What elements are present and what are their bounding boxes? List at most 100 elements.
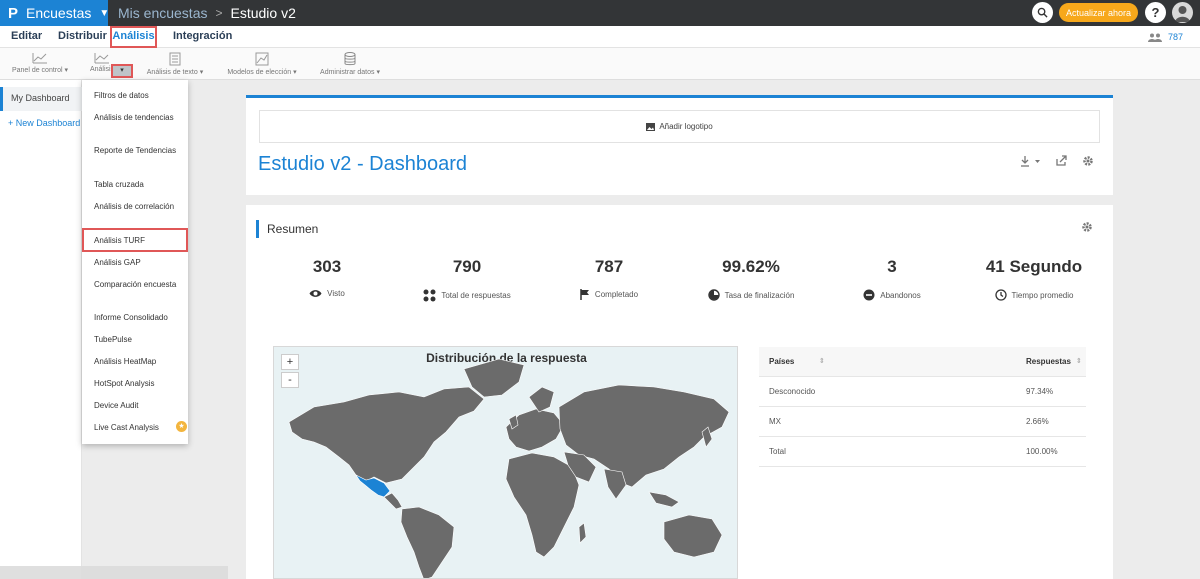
toolbar-analisis-de-texto[interactable]: Análisis de texto ▾ xyxy=(143,48,207,80)
count-value: 787 xyxy=(1168,32,1184,42)
sort-icon[interactable]: ⇕ xyxy=(819,357,825,365)
toolbar-administrar-datos[interactable]: Administrar datos ▾ xyxy=(316,48,384,80)
tab-distribuir[interactable]: Distribuir xyxy=(58,26,107,48)
region-europe xyxy=(505,408,565,452)
minus-circle-icon xyxy=(863,289,875,301)
chevron-down-icon: ▾ xyxy=(64,67,69,74)
summary-title: Resumen xyxy=(256,220,318,238)
tab-integracion[interactable]: Integración xyxy=(173,26,232,48)
column-header-paises[interactable]: Países xyxy=(769,347,794,377)
menu-item-live-cast-analysis[interactable]: Live Cast Analysis xyxy=(94,422,184,433)
response-map[interactable]: Distribución de la respuesta + - xyxy=(273,346,738,579)
stat-tiempo-promedio: 41 Segundo Tiempo promedio xyxy=(964,257,1104,301)
tab-editar[interactable]: Editar xyxy=(11,26,42,48)
upgrade-button[interactable]: Actualizar ahora xyxy=(1059,3,1138,22)
add-logo-button[interactable]: Añadir logotipo xyxy=(259,110,1100,143)
tab-analisis[interactable]: Análisis xyxy=(110,26,157,48)
stat-label: Completado xyxy=(594,290,639,299)
region-southeast-asia xyxy=(648,491,680,508)
add-logo-label: Añadir logotipo xyxy=(659,122,713,131)
database-icon xyxy=(344,52,356,66)
chevron-down-icon: ▾ xyxy=(376,69,380,76)
image-icon xyxy=(646,122,656,131)
menu-item-tabla-cruzada[interactable]: Tabla cruzada xyxy=(94,179,184,190)
table-row: Total 100.00% xyxy=(759,437,1086,467)
stat-value: 3 xyxy=(887,257,897,276)
download-icon[interactable] xyxy=(1020,155,1042,167)
stat-label-row: Visto xyxy=(257,289,397,298)
brand-menu[interactable]: P Encuestas ▼ xyxy=(0,0,110,26)
stat-label: Tasa de finalización xyxy=(724,290,795,300)
analisis-dropdown-toggle[interactable]: ▾ xyxy=(111,64,133,78)
summary-card: Resumen 303 Visto 790 Total de respuesta… xyxy=(246,205,1113,579)
menu-item-analisis-gap[interactable]: Análisis GAP xyxy=(94,257,184,268)
menu-item-filtros-de-datos[interactable]: Filtros de datos xyxy=(94,90,184,101)
chevron-down-icon: ▼ xyxy=(99,7,110,19)
new-dashboard-link[interactable]: + New Dashboard xyxy=(8,118,80,128)
menu-item-device-audit[interactable]: Device Audit xyxy=(94,400,184,411)
analysis-toolbar: Panel de control ▾ Análisis Análisis de … xyxy=(0,48,1200,80)
world-map xyxy=(288,358,730,578)
stat-label: Visto xyxy=(327,289,345,298)
stat-visto: 303 Visto xyxy=(257,257,397,298)
toolbar-modelos-de-eleccion[interactable]: Modelos de elección ▾ xyxy=(224,48,300,80)
dots-icon xyxy=(423,289,436,302)
premium-badge-icon: ★ xyxy=(176,421,187,432)
toolbar-panel-de-control[interactable]: Panel de control ▾ xyxy=(8,48,72,80)
brand-label: Encuestas xyxy=(26,5,92,21)
menu-item-comparacion-encuesta[interactable]: Comparación encuesta xyxy=(94,279,184,290)
table-header-row: Países ⇕ Respuestas ⇕ xyxy=(759,347,1086,377)
menu-item-tubepulse[interactable]: TubePulse xyxy=(94,334,184,345)
users-icon xyxy=(1148,33,1162,42)
stat-label: Total de respuestas xyxy=(441,291,511,300)
menu-item-analisis-de-tendencias[interactable]: Análisis de tendencias xyxy=(94,112,184,123)
region-central-america xyxy=(383,492,403,510)
stat-value: 790 xyxy=(452,257,482,276)
stat-tasa-finalizacion: 99.62% Tasa de finalización xyxy=(681,257,821,301)
breadcrumb-parent[interactable]: Mis encuestas xyxy=(118,5,207,21)
cell-value: 100.00% xyxy=(1026,447,1058,456)
toolbar-panel-label: Panel de control xyxy=(11,67,63,74)
toolbar-texto-label: Análisis de texto xyxy=(146,69,198,76)
menu-item-informe-consolidado[interactable]: Informe Consolidado xyxy=(94,312,184,323)
table-row: MX 2.66% xyxy=(759,407,1086,437)
stat-label-row: Abandonos xyxy=(822,289,962,301)
user-icon xyxy=(1175,6,1190,22)
region-africa xyxy=(505,452,580,558)
avatar[interactable] xyxy=(1172,2,1193,23)
cell-country: Desconocido xyxy=(769,387,816,396)
cell-country: Total xyxy=(769,447,786,456)
sidebar-item-my-dashboard[interactable]: My Dashboard xyxy=(0,87,82,111)
region-australia xyxy=(663,514,723,558)
page-title: Estudio v2 - Dashboard xyxy=(258,153,468,175)
column-header-respuestas[interactable]: Respuestas xyxy=(1026,347,1071,377)
region-north-america xyxy=(288,386,485,484)
menu-item-analisis-heatmap[interactable]: Análisis HeatMap xyxy=(94,356,184,367)
line-chart-icon xyxy=(32,53,47,64)
sort-icon[interactable]: ⇕ xyxy=(1076,357,1082,365)
table-row: Desconocido 97.34% xyxy=(759,377,1086,407)
breadcrumb-current: Estudio v2 xyxy=(230,5,296,21)
region-india xyxy=(603,468,627,500)
analysis-chart-icon xyxy=(94,53,109,64)
status-bar xyxy=(0,566,228,579)
menu-item-analisis-de-correlacion[interactable]: Análisis de correlación xyxy=(94,201,184,212)
stat-value: 41 Segundo xyxy=(985,257,1083,276)
search-icon xyxy=(1037,7,1048,18)
share-icon[interactable] xyxy=(1056,155,1067,166)
stat-completado: 787 Completado xyxy=(539,257,679,300)
gear-icon[interactable] xyxy=(1081,221,1093,233)
menu-item-hotspot-analysis[interactable]: HotSpot Analysis xyxy=(94,378,184,389)
stat-value: 787 xyxy=(594,257,624,276)
stat-label: Tiempo promedio xyxy=(1011,290,1074,300)
stat-value: 303 xyxy=(312,257,342,276)
region-madagascar xyxy=(578,522,587,544)
gear-icon[interactable] xyxy=(1082,155,1094,167)
stat-label-row: Completado xyxy=(539,289,679,300)
help-button[interactable]: ? xyxy=(1145,2,1166,23)
search-button[interactable] xyxy=(1032,2,1053,23)
menu-item-reporte-de-tendencias[interactable]: Reporte de Tendencias xyxy=(94,145,184,156)
chevron-right-icon: > xyxy=(215,6,223,20)
top-bar: P Encuestas ▼ Mis encuestas > Estudio v2… xyxy=(0,0,1200,26)
choice-chart-icon xyxy=(255,52,269,66)
